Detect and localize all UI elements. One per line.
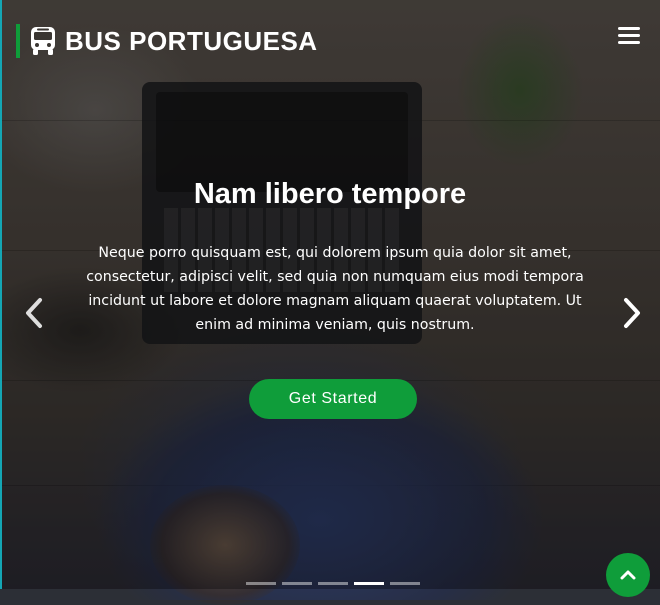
- chevron-left-icon[interactable]: [22, 296, 46, 330]
- slide-description: Neque porro quisquam est, qui dolorem ip…: [86, 245, 584, 333]
- logo-accent-bar: [16, 24, 20, 58]
- chevron-up-icon: [620, 570, 636, 580]
- carousel-indicators: [246, 582, 426, 585]
- carousel-indicator[interactable]: [246, 582, 276, 585]
- get-started-button[interactable]: Get Started: [249, 379, 417, 419]
- site-logo[interactable]: BUS PORTUGUESA: [16, 24, 318, 58]
- back-to-top-button[interactable]: [606, 553, 650, 597]
- carousel-indicator[interactable]: [390, 582, 420, 585]
- carousel-indicator-active[interactable]: [354, 582, 384, 585]
- carousel-indicator[interactable]: [318, 582, 348, 585]
- accent-line: [0, 0, 2, 589]
- chevron-right-icon[interactable]: [620, 296, 644, 330]
- slide-title: Nam libero tempore: [193, 178, 467, 210]
- carousel-indicator[interactable]: [282, 582, 312, 585]
- logo-text: BUS PORTUGUESA: [65, 25, 318, 56]
- bus-icon: [31, 27, 55, 55]
- hamburger-menu-icon[interactable]: [618, 27, 640, 45]
